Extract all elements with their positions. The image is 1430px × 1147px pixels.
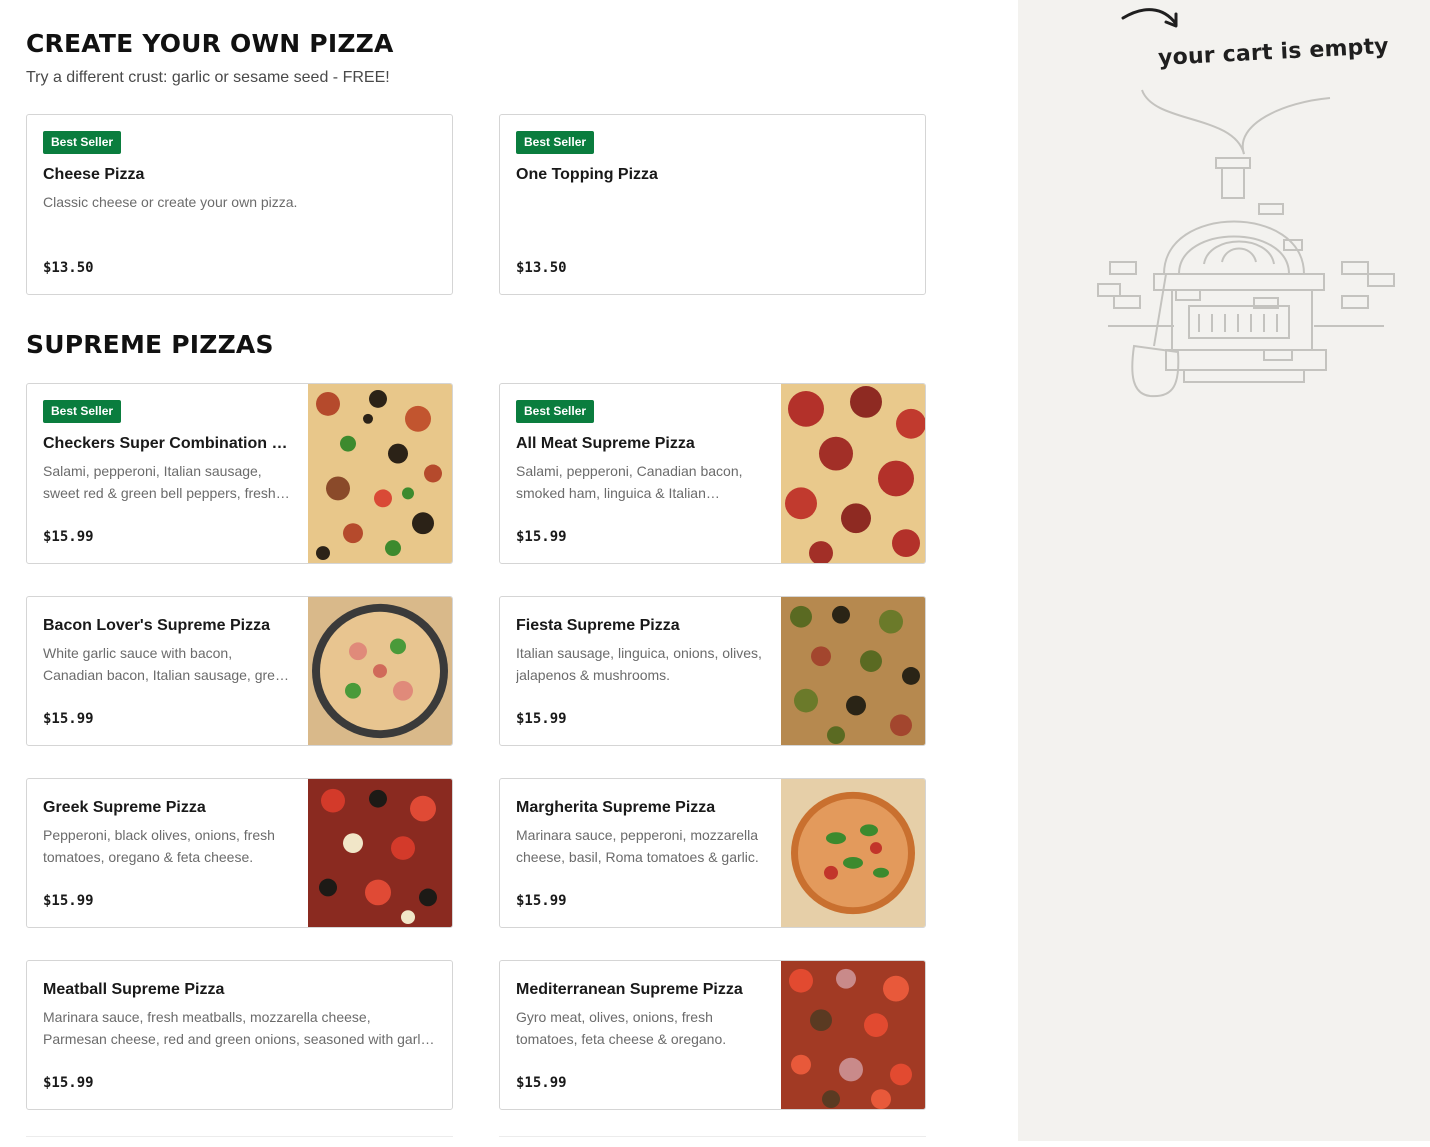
pizza-photo xyxy=(781,779,925,927)
item-price: $13.50 xyxy=(43,260,94,276)
menu-item-all-meat-supreme[interactable]: Best Seller All Meat Supreme Pizza Salam… xyxy=(499,383,926,564)
item-name: Checkers Super Combination Pizza xyxy=(43,435,292,452)
item-price: $15.99 xyxy=(516,893,567,909)
best-seller-badge: Best Seller xyxy=(516,400,595,423)
menu-item-cheese-pizza[interactable]: Best Seller Cheese Pizza Classic cheese … xyxy=(26,114,453,295)
pizza-photo xyxy=(308,384,452,563)
menu-item-bacon-lovers-supreme[interactable]: Bacon Lover's Supreme Pizza White garlic… xyxy=(26,596,453,746)
item-price: $15.99 xyxy=(43,711,94,727)
item-description: Salami, pepperoni, Italian sausage, swee… xyxy=(43,463,276,501)
pizza-oven-icon xyxy=(1097,89,1395,398)
item-description: Marinara sauce, fresh meatballs, mozzare… xyxy=(43,1009,431,1047)
pizza-photo xyxy=(781,597,925,745)
section-subtitle-create: Try a different crust: garlic or sesame … xyxy=(26,69,390,86)
best-seller-badge: Best Seller xyxy=(516,131,595,154)
item-description: Gyro meat, olives, onions, fresh tomatoe… xyxy=(516,1009,727,1047)
menu-item-meatball-supreme[interactable]: Meatball Supreme Pizza Marinara sauce, f… xyxy=(26,960,453,1110)
cart-panel: your cart is empty xyxy=(1018,0,1430,1141)
item-description: Pepperoni, black olives, onions, fresh t… xyxy=(43,827,275,865)
pizza-photo xyxy=(308,597,452,745)
item-name: Bacon Lover's Supreme Pizza xyxy=(43,617,270,634)
best-seller-badge: Best Seller xyxy=(43,131,122,154)
item-name: Meatball Supreme Pizza xyxy=(43,981,225,998)
item-price: $15.99 xyxy=(43,893,94,909)
item-name: Fiesta Supreme Pizza xyxy=(516,617,680,634)
item-description: Classic cheese or create your own pizza. xyxy=(43,194,298,210)
item-name: Greek Supreme Pizza xyxy=(43,799,206,816)
item-price: $15.99 xyxy=(43,529,94,545)
item-name: Mediterranean Supreme Pizza xyxy=(516,981,743,998)
item-description: Marinara sauce, pepperoni, mozzarella ch… xyxy=(516,827,759,865)
menu-item-greek-supreme[interactable]: Greek Supreme Pizza Pepperoni, black oli… xyxy=(26,778,453,928)
item-description: Italian sausage, linguica, onions, olive… xyxy=(516,645,762,683)
menu-item-checkers-super-combination[interactable]: Best Seller Checkers Super Combination P… xyxy=(26,383,453,564)
best-seller-badge: Best Seller xyxy=(43,400,122,423)
item-price: $15.99 xyxy=(516,529,567,545)
arrow-icon xyxy=(1121,8,1178,28)
item-name: Margherita Supreme Pizza xyxy=(516,799,716,816)
pizza-photo xyxy=(781,384,925,563)
item-price: $15.99 xyxy=(516,711,567,727)
menu-item-mediterranean-supreme[interactable]: Mediterranean Supreme Pizza Gyro meat, o… xyxy=(499,960,926,1110)
section-title-supreme: SUPREME PIZZAS xyxy=(26,330,274,359)
menu-item-fiesta-supreme[interactable]: Fiesta Supreme Pizza Italian sausage, li… xyxy=(499,596,926,746)
item-description: White garlic sauce with bacon, Canadian … xyxy=(43,645,291,683)
item-price: $15.99 xyxy=(516,1075,567,1091)
pizza-photo xyxy=(308,779,452,927)
item-price: $13.50 xyxy=(516,260,567,276)
item-name: Cheese Pizza xyxy=(43,166,145,183)
item-name: All Meat Supreme Pizza xyxy=(516,435,695,452)
pizza-photo xyxy=(781,961,925,1109)
cart-empty-text: your cart is empty xyxy=(1157,33,1390,72)
item-description: Salami, pepperoni, Canadian bacon, smoke… xyxy=(516,463,743,501)
item-price: $15.99 xyxy=(43,1075,94,1091)
section-title-create: CREATE YOUR OWN PIZZA xyxy=(26,29,394,58)
menu-main: CREATE YOUR OWN PIZZA Try a different cr… xyxy=(0,0,1018,1141)
menu-item-one-topping-pizza[interactable]: Best Seller One Topping Pizza $13.50 xyxy=(499,114,926,295)
menu-item-partial xyxy=(499,1136,926,1147)
menu-item-partial xyxy=(26,1136,453,1147)
menu-item-margherita-supreme[interactable]: Margherita Supreme Pizza Marinara sauce,… xyxy=(499,778,926,928)
item-name: One Topping Pizza xyxy=(516,166,658,183)
